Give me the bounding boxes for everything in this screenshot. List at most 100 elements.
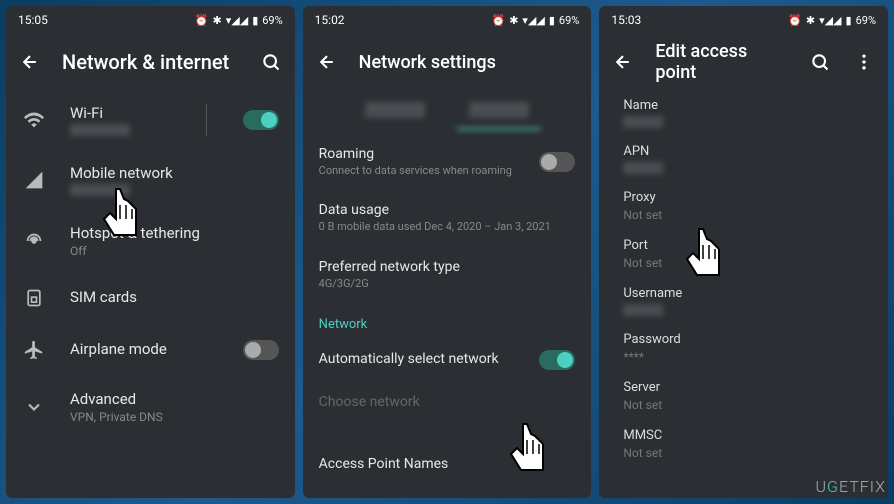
field-server[interactable]: Server Not set	[599, 372, 888, 420]
hotspot-subtitle: Off	[70, 244, 279, 258]
data-usage-title: Data usage	[319, 202, 576, 218]
data-usage-subtitle: 0 B mobile data used Dec 4, 2020 – Jan 3…	[319, 220, 576, 234]
field-name[interactable]: Name	[599, 90, 888, 136]
signal-icon: ▾◢◢	[522, 14, 544, 27]
status-time: 15:03	[611, 13, 641, 27]
field-value: ****	[623, 350, 864, 364]
signal-icon: ▾◢◢	[226, 14, 248, 27]
bluetooth-icon: ✱	[213, 14, 222, 27]
advanced-subtitle: VPN, Private DNS	[70, 410, 279, 424]
hotspot-row[interactable]: Hotspot & tethering Off	[6, 210, 295, 272]
field-label: Password	[623, 332, 864, 347]
wifi-title: Wi-Fi	[70, 104, 170, 122]
chevron-down-icon	[22, 395, 46, 419]
roaming-subtitle: Connect to data services when roaming	[319, 164, 540, 178]
field-port[interactable]: Port Not set	[599, 230, 888, 278]
status-icons: ⏰ ✱ ▾◢◢ ▮ 69%	[491, 14, 579, 27]
status-bar: 15:05 ⏰ ✱ ▾◢◢ ▮ 69%	[6, 6, 295, 34]
wifi-icon	[22, 108, 46, 132]
airplane-title: Airplane mode	[70, 340, 219, 358]
field-password[interactable]: Password ****	[599, 324, 888, 372]
sim-tabs	[303, 90, 592, 130]
roaming-toggle[interactable]	[539, 152, 575, 172]
field-value: Not set	[623, 446, 864, 460]
battery-icon: ▮	[549, 14, 555, 27]
tab-sim1[interactable]	[343, 90, 447, 130]
data-usage-row[interactable]: Data usage 0 B mobile data used Dec 4, 2…	[303, 190, 592, 246]
page-title: Network settings	[359, 52, 580, 73]
watermark: UGETFIX	[816, 477, 887, 496]
screen-network-settings: 15:02 ⏰ ✱ ▾◢◢ ▮ 69% Network settings Roa…	[303, 6, 592, 498]
auto-select-toggle[interactable]	[539, 350, 575, 370]
status-bar: 15:03 ⏰ ✱ ▾◢◢ ▮ 69%	[599, 6, 888, 34]
status-time: 15:05	[18, 13, 48, 27]
apn-field-list: Name APN Proxy Not set Port Not set User…	[599, 90, 888, 498]
apn-row[interactable]: Access Point Names	[303, 444, 592, 486]
sim-cards-row[interactable]: SIM cards	[6, 272, 295, 324]
field-apn[interactable]: APN	[599, 136, 888, 182]
mobile-network-row[interactable]: Mobile network	[6, 150, 295, 210]
field-mmsc[interactable]: MMSC Not set	[599, 420, 888, 468]
roaming-title: Roaming	[319, 146, 540, 162]
choose-network-title: Choose network	[319, 394, 576, 410]
hotspot-icon	[22, 229, 46, 253]
field-label: Name	[623, 98, 864, 113]
field-label: Server	[623, 380, 864, 395]
field-label: MMSC	[623, 428, 864, 443]
preferred-network-title: Preferred network type	[319, 259, 576, 275]
field-label: APN	[623, 144, 864, 159]
airplane-mode-row[interactable]: Airplane mode	[6, 324, 295, 376]
roaming-row[interactable]: Roaming Connect to data services when ro…	[303, 134, 592, 190]
sim-icon	[22, 286, 46, 310]
apn-title: Access Point Names	[319, 456, 576, 472]
divider	[206, 104, 207, 136]
back-button[interactable]	[315, 50, 339, 74]
airplane-icon	[22, 338, 46, 362]
wifi-row[interactable]: Wi-Fi	[6, 90, 295, 150]
settings-list: Wi-Fi Mobile network Hotspot & tethering…	[6, 90, 295, 498]
wifi-toggle[interactable]	[243, 110, 279, 130]
preferred-network-row[interactable]: Preferred network type 4G/3G/2G	[303, 247, 592, 303]
search-button[interactable]	[808, 50, 832, 74]
field-value	[623, 116, 663, 128]
page-title: Edit access point	[655, 41, 788, 83]
back-button[interactable]	[611, 50, 635, 74]
field-value: Not set	[623, 208, 864, 222]
header: Edit access point	[599, 34, 888, 90]
auto-select-title: Automatically select network	[319, 351, 540, 367]
choose-network-row: Choose network	[303, 382, 592, 424]
mobile-network-subtitle	[70, 184, 130, 196]
alarm-icon: ⏰	[491, 14, 505, 27]
header: Network settings	[303, 34, 592, 90]
mobile-network-title: Mobile network	[70, 164, 279, 182]
field-label: Port	[623, 238, 864, 253]
status-bar: 15:02 ⏰ ✱ ▾◢◢ ▮ 69%	[303, 6, 592, 34]
more-button[interactable]	[852, 50, 876, 74]
field-label: Proxy	[623, 190, 864, 205]
wifi-ssid	[70, 124, 130, 136]
network-section-header: Network	[303, 303, 592, 338]
field-username[interactable]: Username	[599, 278, 888, 324]
advanced-row[interactable]: Advanced VPN, Private DNS	[6, 376, 295, 438]
hotspot-title: Hotspot & tethering	[70, 224, 279, 242]
bluetooth-icon: ✱	[509, 14, 518, 27]
battery-percent: 69%	[262, 14, 282, 27]
airplane-toggle[interactable]	[243, 340, 279, 360]
settings-list: Roaming Connect to data services when ro…	[303, 134, 592, 498]
battery-icon: ▮	[846, 14, 852, 27]
field-value	[623, 162, 663, 174]
field-label: Username	[623, 286, 864, 301]
field-value: Not set	[623, 398, 864, 412]
search-button[interactable]	[259, 50, 283, 74]
screen-edit-access-point: 15:03 ⏰ ✱ ▾◢◢ ▮ 69% Edit access point Na…	[599, 6, 888, 498]
page-title: Network & internet	[62, 50, 239, 74]
back-button[interactable]	[18, 50, 42, 74]
signal-bars-icon	[22, 168, 46, 192]
screen-network-internet: 15:05 ⏰ ✱ ▾◢◢ ▮ 69% Network & internet W…	[6, 6, 295, 498]
auto-select-network-row[interactable]: Automatically select network	[303, 338, 592, 382]
status-icons: ⏰ ✱ ▾◢◢ ▮ 69%	[195, 14, 283, 27]
alarm-icon: ⏰	[788, 14, 802, 27]
field-proxy[interactable]: Proxy Not set	[599, 182, 888, 230]
tab-sim2[interactable]	[447, 90, 551, 130]
advanced-title: Advanced	[70, 390, 279, 408]
